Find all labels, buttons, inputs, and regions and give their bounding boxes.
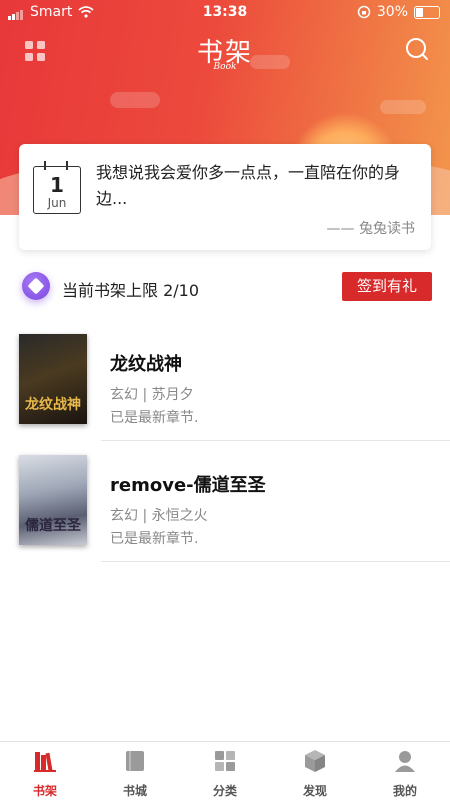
calendar-month: Jun: [47, 196, 67, 210]
bottom-tab-bar: 书架 书城 分类 发现 我的: [0, 741, 450, 801]
book-meta: 玄幻 | 永恒之火: [110, 508, 208, 524]
daily-quote-card[interactable]: 1 Jun 我想说我会爱你多一点点，一直陪在你的身边... —— 兔兔读书: [19, 144, 431, 250]
cover-title: 龙纹战神: [25, 397, 81, 413]
calendar-icon: 1 Jun: [33, 161, 81, 214]
cloud-decoration: [110, 92, 160, 108]
battery-percent: 30%: [376, 4, 408, 20]
search-icon[interactable]: [404, 36, 430, 62]
category-icon: [215, 751, 235, 771]
app-logo-subtitle: Book: [213, 62, 237, 72]
book-title: remove-儒道至圣: [110, 475, 266, 496]
quote-text: 我想说我会爱你多一点点，一直陪在你的身边...: [96, 163, 401, 208]
bookshelf-icon: [34, 752, 56, 772]
book-cover: 儒道至圣: [19, 455, 87, 545]
tab-label: 书架: [32, 784, 57, 798]
tab-category[interactable]: 分类: [180, 742, 270, 801]
book-status: 已是最新章节.: [110, 531, 199, 547]
quote-author: —— 兔兔读书: [326, 221, 415, 237]
book-status: 已是最新章节.: [110, 410, 199, 426]
book-meta: 玄幻 | 苏月夕: [110, 387, 194, 403]
book-title: 龙纹战神: [110, 354, 182, 375]
tab-label: 发现: [302, 784, 327, 798]
tab-discover[interactable]: 发现: [270, 742, 360, 801]
tab-bookshelf[interactable]: 书架: [0, 742, 90, 801]
battery-icon: [414, 5, 440, 19]
divider: [101, 440, 450, 441]
tab-label: 书城: [122, 784, 147, 798]
shelf-limit-text: 当前书架上限 2/10: [62, 281, 200, 300]
book-list-item[interactable]: 儒道至圣 remove-儒道至圣 玄幻 | 永恒之火 已是最新章节.: [0, 455, 450, 575]
checkin-button[interactable]: 签到有礼: [342, 272, 432, 301]
tab-label: 我的: [392, 784, 417, 798]
diamond-icon: [22, 272, 50, 300]
tab-bookstore[interactable]: 书城: [90, 742, 180, 801]
tab-profile[interactable]: 我的: [360, 742, 450, 801]
tab-label: 分类: [212, 784, 237, 798]
shelf-limit-row: 当前书架上限 2/10 签到有礼: [0, 268, 450, 304]
divider: [101, 561, 450, 562]
calendar-day: 1: [50, 173, 64, 197]
cube-icon: [305, 750, 325, 772]
book-cover: 龙纹战神: [19, 334, 87, 424]
user-icon: [395, 751, 415, 772]
rotation-lock-icon: [357, 5, 371, 19]
book-icon: [126, 751, 144, 771]
book-list-item[interactable]: 龙纹战神 龙纹战神 玄幻 | 苏月夕 已是最新章节.: [0, 334, 450, 454]
cover-title: 儒道至圣: [25, 518, 81, 534]
status-bar: Smart 13:38 30%: [0, 0, 450, 24]
app-bar: 书架 Book: [0, 30, 450, 74]
cloud-decoration: [380, 100, 426, 114]
